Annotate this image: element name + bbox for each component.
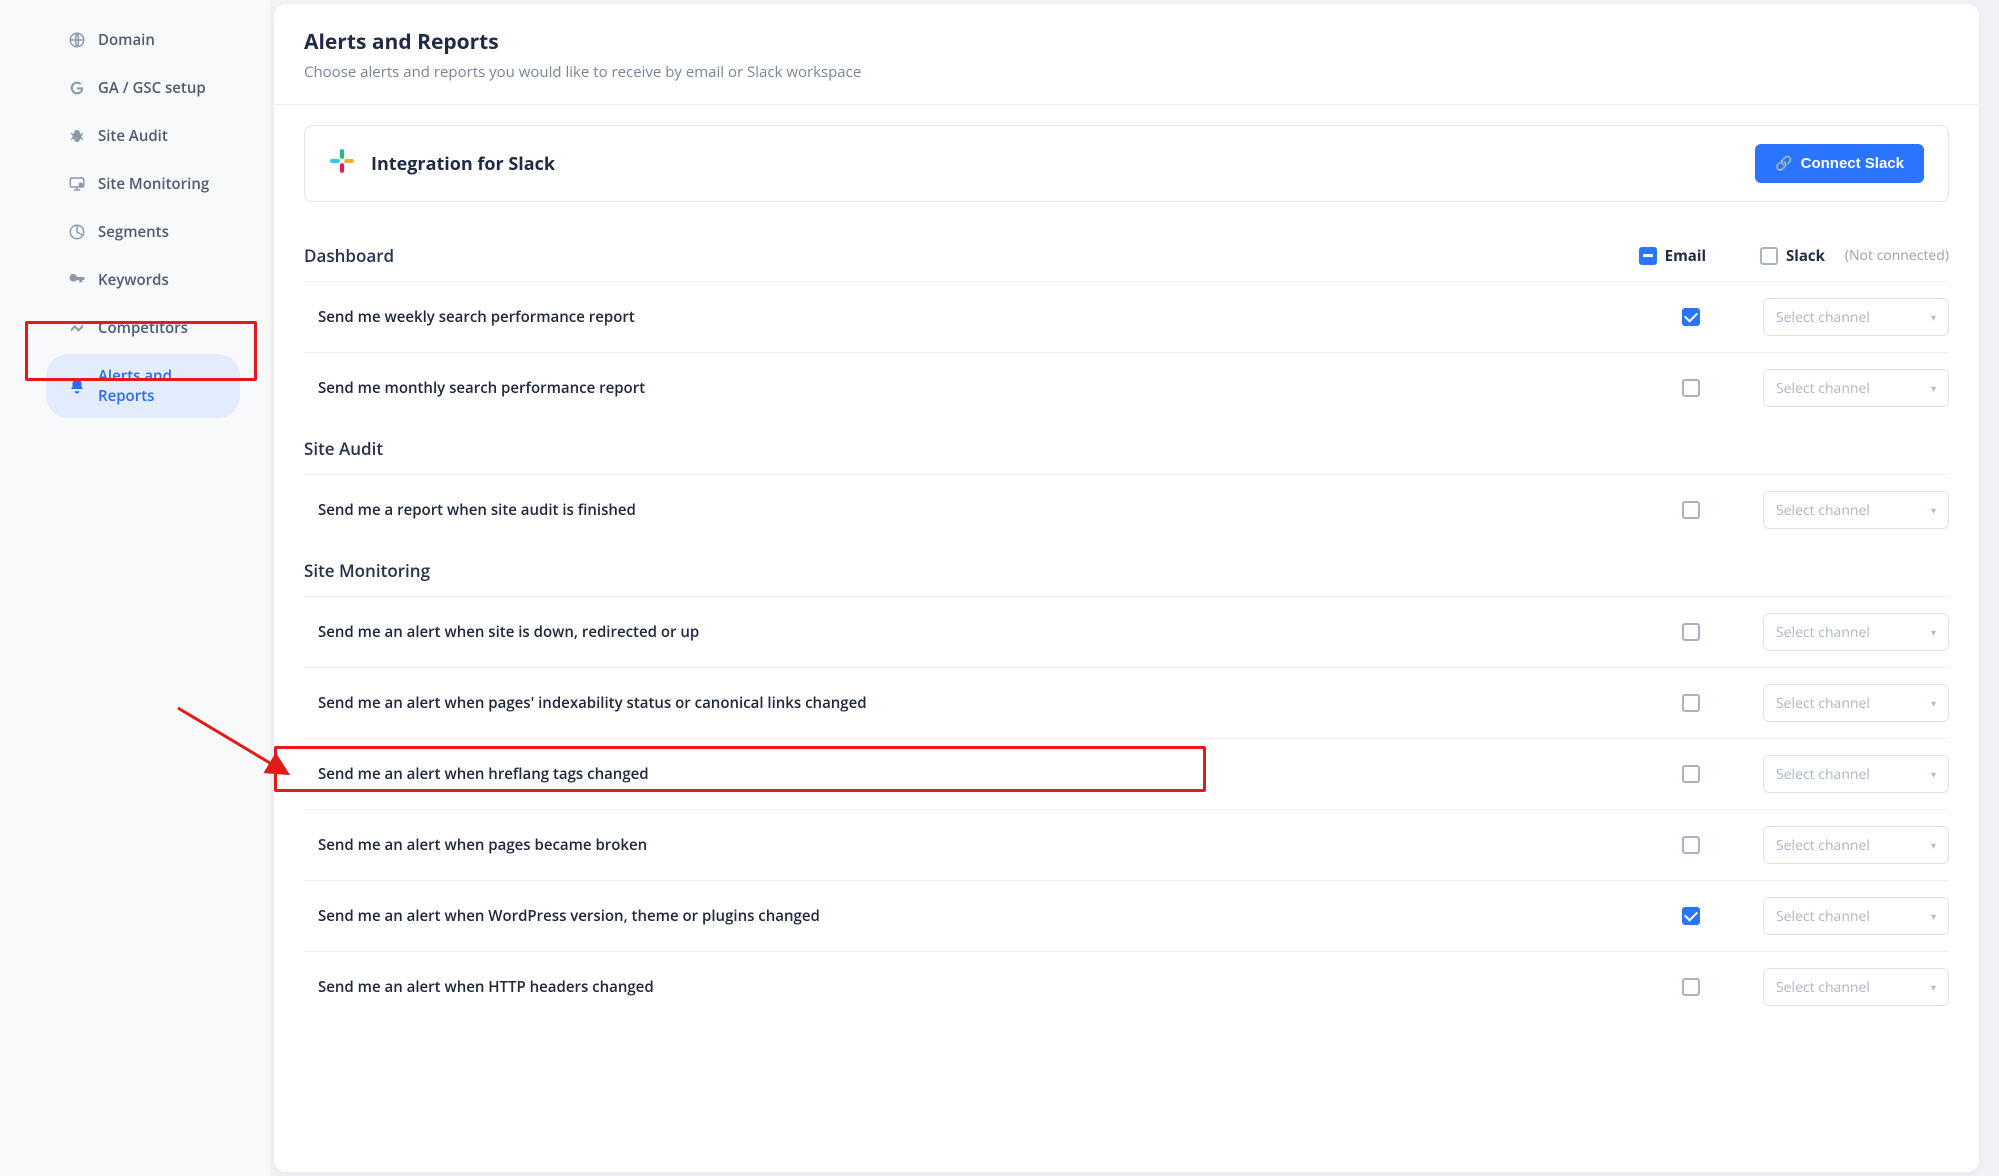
link-icon: 🔗 <box>1775 155 1792 172</box>
key-icon <box>68 271 86 289</box>
monitor-icon <box>68 175 86 193</box>
email-checkbox[interactable] <box>1682 765 1700 783</box>
select-placeholder: Select channel <box>1776 978 1870 997</box>
slack-icon <box>329 148 355 179</box>
competitors-icon <box>68 319 86 337</box>
email-checkbox[interactable] <box>1682 978 1700 996</box>
alert-row: Send me an alert when pages' indexabilit… <box>304 667 1949 738</box>
email-master-checkbox[interactable] <box>1639 247 1657 265</box>
chevron-down-icon: ▾ <box>1931 980 1936 994</box>
select-placeholder: Select channel <box>1776 379 1870 398</box>
sidebar-item-label: Segments <box>98 222 169 242</box>
sidebar-item-segments[interactable]: Segments <box>46 210 240 254</box>
alert-row: Send me an alert when pages became broke… <box>304 809 1949 880</box>
alert-label: Send me a report when site audit is fini… <box>318 500 636 520</box>
section-header: Dashboard Email Slack (Not connected) <box>304 230 1949 281</box>
section-header: Site Monitoring <box>304 545 1949 596</box>
sidebar-item-keywords[interactable]: Keywords <box>46 258 240 302</box>
slack-channel-select[interactable]: Select channel ▾ <box>1763 897 1949 935</box>
page-subtitle: Choose alerts and reports you would like… <box>304 62 1949 82</box>
sidebar-item-label: Competitors <box>98 318 188 338</box>
alert-label: Send me an alert when pages' indexabilit… <box>318 693 867 713</box>
sidebar-item-label: Site Monitoring <box>98 174 209 194</box>
alert-row: Send me an alert when hreflang tags chan… <box>304 738 1949 809</box>
chevron-down-icon: ▾ <box>1931 625 1936 639</box>
sidebar-item-alerts-and-reports[interactable]: Alerts and Reports <box>46 354 240 418</box>
alert-label: Send me weekly search performance report <box>318 307 635 327</box>
alert-label: Send me an alert when site is down, redi… <box>318 622 699 642</box>
slack-channel-select[interactable]: Select channel ▾ <box>1763 613 1949 651</box>
email-checkbox[interactable] <box>1682 308 1700 326</box>
sidebar-item-ga-gsc-setup[interactable]: GA / GSC setup <box>46 66 240 110</box>
email-column-header: Email <box>1639 246 1706 266</box>
section-title: Site Audit <box>304 437 383 460</box>
section-header: Site Audit <box>304 423 1949 474</box>
sidebar-item-label: GA / GSC setup <box>98 78 206 98</box>
slack-channel-select[interactable]: Select channel ▾ <box>1763 491 1949 529</box>
alert-row: Send me monthly search performance repor… <box>304 352 1949 423</box>
alert-label: Send me an alert when WordPress version,… <box>318 906 820 926</box>
alert-row: Send me an alert when site is down, redi… <box>304 596 1949 667</box>
segment-icon <box>68 223 86 241</box>
sidebar: Domain GA / GSC setup Site Audit Site Monit… <box>0 0 270 1176</box>
slack-channel-select[interactable]: Select channel ▾ <box>1763 298 1949 336</box>
chevron-down-icon: ▾ <box>1931 767 1936 781</box>
chevron-down-icon: ▾ <box>1931 909 1936 923</box>
alert-row: Send me an alert when HTTP headers chang… <box>304 951 1949 1022</box>
select-placeholder: Select channel <box>1776 308 1870 327</box>
select-placeholder: Select channel <box>1776 765 1870 784</box>
google-g-icon <box>68 79 86 97</box>
email-checkbox[interactable] <box>1682 501 1700 519</box>
alert-label: Send me an alert when pages became broke… <box>318 835 647 855</box>
chevron-down-icon: ▾ <box>1931 503 1936 517</box>
bug-icon <box>68 127 86 145</box>
select-placeholder: Select channel <box>1776 907 1870 926</box>
bell-icon <box>68 377 86 395</box>
slack-column-header: Slack (Not connected) <box>1760 246 1949 266</box>
slack-master-checkbox[interactable] <box>1760 247 1778 265</box>
slack-channel-select[interactable]: Select channel ▾ <box>1763 968 1949 1006</box>
slack-channel-select[interactable]: Select channel ▾ <box>1763 755 1949 793</box>
select-placeholder: Select channel <box>1776 501 1870 520</box>
chevron-down-icon: ▾ <box>1931 310 1936 324</box>
integration-title: Integration for Slack <box>371 152 555 176</box>
select-placeholder: Select channel <box>1776 836 1870 855</box>
alert-label: Send me an alert when HTTP headers chang… <box>318 977 654 997</box>
alert-row: Send me a report when site audit is fini… <box>304 474 1949 545</box>
alert-row: Send me an alert when WordPress version,… <box>304 880 1949 951</box>
email-checkbox[interactable] <box>1682 694 1700 712</box>
sidebar-item-domain[interactable]: Domain <box>46 18 240 62</box>
chevron-down-icon: ▾ <box>1931 838 1936 852</box>
alert-label: Send me an alert when hreflang tags chan… <box>318 764 649 784</box>
slack-channel-select[interactable]: Select channel ▾ <box>1763 684 1949 722</box>
sidebar-item-site-monitoring[interactable]: Site Monitoring <box>46 162 240 206</box>
section-title: Site Monitoring <box>304 559 430 582</box>
chevron-down-icon: ▾ <box>1931 696 1936 710</box>
sidebar-item-label: Domain <box>98 30 155 50</box>
select-placeholder: Select channel <box>1776 623 1870 642</box>
connect-slack-button[interactable]: 🔗 Connect Slack <box>1755 144 1924 183</box>
email-checkbox[interactable] <box>1682 379 1700 397</box>
slack-integration-card: Integration for Slack 🔗 Connect Slack <box>304 125 1949 202</box>
alert-label: Send me monthly search performance repor… <box>318 378 645 398</box>
alert-row: Send me weekly search performance report… <box>304 281 1949 352</box>
connect-slack-label: Connect Slack <box>1801 155 1904 172</box>
sidebar-item-label: Alerts and Reports <box>98 366 218 406</box>
email-checkbox[interactable] <box>1682 907 1700 925</box>
main-panel: Alerts and Reports Choose alerts and rep… <box>274 4 1979 1172</box>
chevron-down-icon: ▾ <box>1931 381 1936 395</box>
email-checkbox[interactable] <box>1682 836 1700 854</box>
divider <box>274 104 1979 105</box>
select-placeholder: Select channel <box>1776 694 1870 713</box>
sidebar-item-site-audit[interactable]: Site Audit <box>46 114 240 158</box>
email-checkbox[interactable] <box>1682 623 1700 641</box>
sidebar-item-label: Keywords <box>98 270 169 290</box>
slack-channel-select[interactable]: Select channel ▾ <box>1763 826 1949 864</box>
sidebar-item-label: Site Audit <box>98 126 168 146</box>
sidebar-item-competitors[interactable]: Competitors <box>46 306 240 350</box>
slack-channel-select[interactable]: Select channel ▾ <box>1763 369 1949 407</box>
section-title: Dashboard <box>304 244 394 267</box>
page-title: Alerts and Reports <box>304 28 1949 56</box>
globe-icon <box>68 31 86 49</box>
